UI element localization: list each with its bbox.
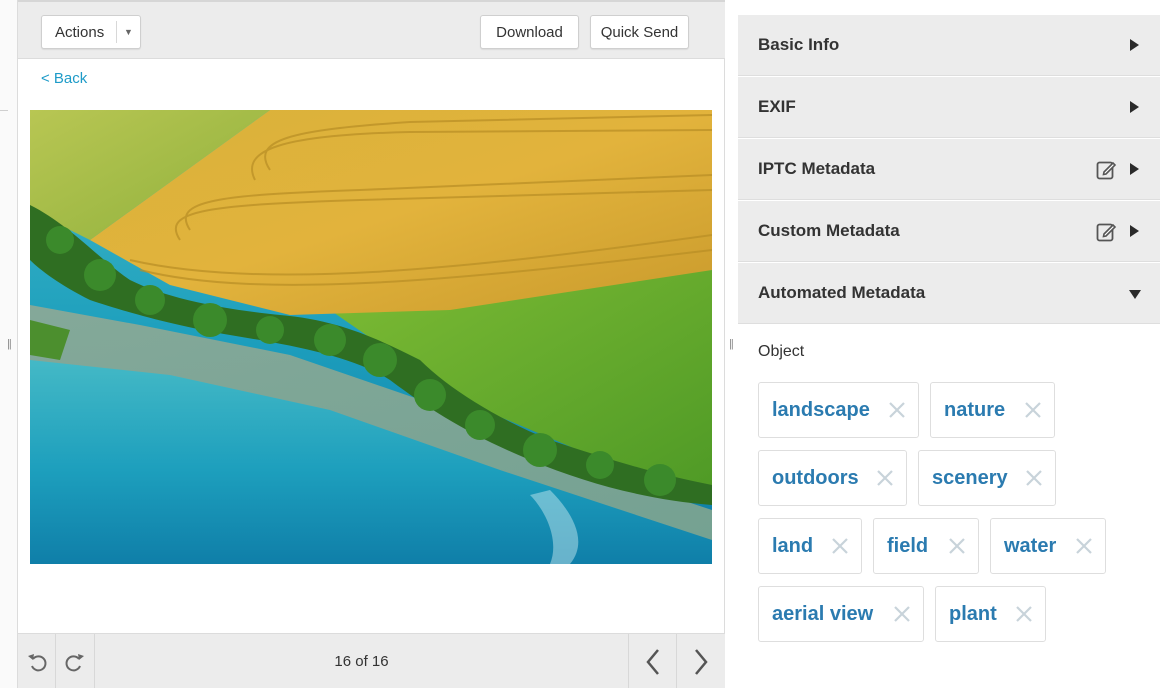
close-icon[interactable] [1024, 468, 1044, 488]
section-title: Custom Metadata [758, 221, 900, 240]
tag-label: outdoors [772, 466, 859, 489]
divider [0, 110, 8, 111]
tag-label: landscape [772, 398, 870, 421]
close-icon[interactable] [875, 468, 895, 488]
edit-icon[interactable] [1095, 159, 1117, 181]
section-title: Automated Metadata [758, 283, 926, 302]
back-link[interactable]: < Back [41, 70, 87, 87]
next-button[interactable] [676, 634, 725, 688]
tag-label: water [1004, 534, 1057, 557]
tag-chip: water [990, 518, 1106, 574]
section-title: IPTC Metadata [758, 159, 876, 178]
close-icon[interactable] [892, 604, 912, 624]
viewer-toolbar: Actions ▼ Download Quick Send [18, 0, 725, 59]
close-icon[interactable] [887, 400, 907, 420]
caret-right-icon [1130, 225, 1139, 237]
tag-label: field [887, 534, 929, 557]
section-iptc-metadata[interactable]: IPTC Metadata [738, 139, 1160, 200]
chevron-down-icon[interactable]: ▼ [116, 21, 140, 43]
rotate-right-button[interactable] [56, 634, 95, 688]
download-button[interactable]: Download [480, 15, 579, 49]
close-icon[interactable] [1074, 536, 1094, 556]
drag-handle-icon[interactable]: || [729, 339, 735, 350]
metadata-panel: Basic Info EXIF IPTC Metadata Custom Met… [738, 0, 1160, 688]
previous-button[interactable] [628, 634, 676, 688]
tag-chip: scenery [918, 450, 1056, 506]
close-icon[interactable] [1014, 604, 1034, 624]
tag-label: scenery [932, 466, 1008, 489]
tag-chip: outdoors [758, 450, 907, 506]
tag-label: plant [949, 602, 997, 625]
section-automated-metadata[interactable]: Automated Metadata [738, 263, 1160, 324]
tag-chip: nature [930, 382, 1055, 438]
rotate-left-icon [27, 653, 46, 671]
actions-label: Actions [55, 23, 105, 41]
rotate-left-button[interactable] [18, 634, 56, 688]
page-counter: 16 of 16 [334, 653, 389, 670]
viewer-bottom-bar: 16 of 16 [18, 633, 725, 688]
drag-handle-icon[interactable]: || [7, 339, 13, 350]
preview-image [30, 110, 712, 564]
tag-chip: landscape [758, 382, 919, 438]
section-basic-info[interactable]: Basic Info [738, 15, 1160, 76]
chevron-left-icon [645, 648, 659, 675]
close-icon[interactable] [947, 536, 967, 556]
close-icon[interactable] [830, 536, 850, 556]
section-exif[interactable]: EXIF [738, 77, 1160, 138]
caret-right-icon [1130, 163, 1139, 175]
rotate-right-icon [65, 653, 84, 671]
tag-chip: plant [935, 586, 1046, 642]
object-label: Object [758, 343, 805, 360]
image-viewer: Actions ▼ Download Quick Send < Back 16 … [18, 0, 725, 688]
tag-chip: land [758, 518, 862, 574]
left-sidebar-strip: || [0, 0, 18, 688]
section-custom-metadata[interactable]: Custom Metadata [738, 201, 1160, 262]
close-icon[interactable] [1023, 400, 1043, 420]
tag-chip: aerial view [758, 586, 924, 642]
caret-right-icon [1130, 101, 1139, 113]
edit-icon[interactable] [1095, 221, 1117, 243]
tag-label: aerial view [772, 602, 874, 625]
tag-label: nature [944, 398, 1006, 421]
caret-down-icon [1129, 290, 1141, 299]
quick-send-button[interactable]: Quick Send [590, 15, 689, 49]
section-title: EXIF [758, 97, 796, 116]
caret-right-icon [1130, 39, 1139, 51]
tag-chip: field [873, 518, 979, 574]
actions-dropdown[interactable]: Actions ▼ [41, 15, 141, 49]
section-title: Basic Info [758, 35, 840, 54]
tag-label: land [772, 534, 814, 557]
chevron-right-icon [695, 648, 708, 675]
